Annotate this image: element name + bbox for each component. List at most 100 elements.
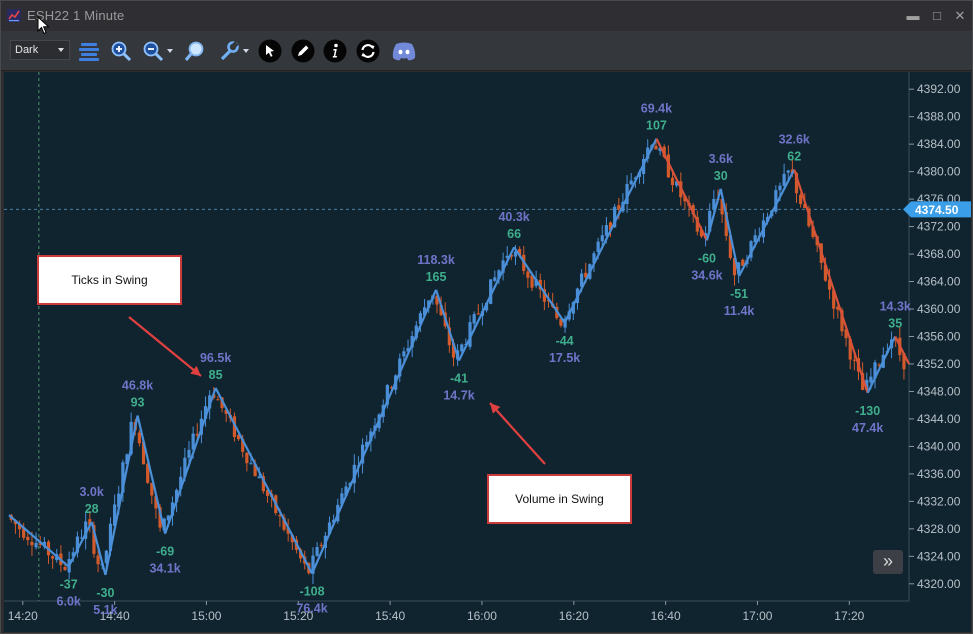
swing-volume-label: 5.1k bbox=[93, 603, 117, 617]
zoom-out-icon bbox=[143, 41, 164, 62]
swing-volume-label: 11.4k bbox=[724, 304, 755, 318]
info-icon bbox=[323, 39, 347, 63]
swing-volume-label: 47.4k bbox=[852, 421, 883, 435]
swing-ticks-label: -44 bbox=[556, 334, 574, 348]
swing-volume-label: 14.3k bbox=[880, 300, 911, 314]
pointer-icon bbox=[258, 39, 282, 63]
refresh-button[interactable] bbox=[355, 38, 381, 64]
y-tick-label: 4336.00 bbox=[917, 467, 961, 481]
swing-ticks-label: 30 bbox=[714, 169, 728, 183]
y-tick-label: 4328.00 bbox=[917, 522, 961, 536]
minimize-button[interactable]: ▬ bbox=[905, 8, 921, 24]
zoom-out-button[interactable] bbox=[140, 38, 166, 64]
swing-volume-label: 17.5k bbox=[549, 351, 580, 365]
down-candle-body bbox=[526, 271, 530, 278]
down-candle-body bbox=[216, 399, 220, 401]
magnifier-button[interactable] bbox=[182, 38, 208, 64]
down-candle-body bbox=[137, 432, 142, 444]
y-tick-label: 4348.00 bbox=[917, 384, 961, 398]
swing-ticks-label: -37 bbox=[60, 578, 78, 592]
y-tick-label: 4388.00 bbox=[917, 110, 961, 124]
swing-volume-label: 34.6k bbox=[691, 268, 722, 282]
zoom-in-icon bbox=[111, 41, 132, 62]
y-tick-label: 4384.00 bbox=[917, 137, 961, 151]
x-tick-label: 15:40 bbox=[375, 609, 405, 623]
y-tick-label: 4392.00 bbox=[917, 82, 961, 96]
down-candle-body bbox=[852, 359, 856, 361]
pointer-button[interactable] bbox=[257, 38, 283, 64]
expand-panel-button[interactable]: » bbox=[873, 550, 903, 574]
down-candle-body bbox=[63, 566, 67, 570]
swing-ticks-label: 66 bbox=[507, 227, 521, 241]
down-candle-body bbox=[30, 541, 34, 546]
up-candle-body bbox=[596, 241, 600, 253]
up-candle-body bbox=[249, 463, 253, 465]
up-candle-body bbox=[786, 170, 790, 173]
title-bar[interactable]: ESH22 1 Minute ▬ □ ✕ bbox=[1, 1, 972, 31]
up-candle-body bbox=[604, 225, 608, 236]
zoom-in-button[interactable] bbox=[108, 38, 134, 64]
y-tick-label: 4352.00 bbox=[917, 357, 961, 371]
up-candle-body bbox=[315, 547, 319, 556]
swing-volume-label: 40.3k bbox=[498, 210, 529, 224]
y-tick-label: 4356.00 bbox=[917, 330, 961, 344]
x-tick-label: 15:00 bbox=[191, 609, 221, 623]
theme-select-value: Dark bbox=[15, 44, 39, 56]
x-tick-label: 17:20 bbox=[834, 609, 864, 623]
down-candle-body bbox=[799, 194, 803, 204]
discord-button[interactable] bbox=[389, 38, 419, 64]
chart-background bbox=[4, 72, 971, 632]
swing-ticks-label: 165 bbox=[426, 270, 447, 284]
close-button[interactable]: ✕ bbox=[952, 8, 968, 24]
settings-dropdown-icon[interactable] bbox=[243, 49, 249, 53]
zoom-out-dropdown-icon[interactable] bbox=[167, 49, 173, 53]
price-chart[interactable]: 4392.004388.004384.004380.004376.004372.… bbox=[4, 72, 971, 632]
wrench-icon bbox=[220, 41, 239, 61]
up-candle-body bbox=[472, 314, 476, 324]
down-candle-body bbox=[617, 205, 621, 210]
swing-volume-label: 32.6k bbox=[779, 133, 810, 147]
theme-select[interactable]: Dark bbox=[10, 40, 70, 60]
swing-ticks-label: -30 bbox=[96, 586, 114, 600]
ticks-callout-text: Ticks in Swing bbox=[71, 273, 148, 287]
swing-volume-label: 3.0k bbox=[79, 485, 103, 499]
bars-icon bbox=[79, 43, 99, 61]
info-button[interactable] bbox=[322, 38, 348, 64]
swing-volume-label: 6.0k bbox=[57, 595, 81, 609]
swing-ticks-label: -41 bbox=[450, 372, 468, 386]
swing-volume-label: 46.8k bbox=[122, 379, 153, 393]
swing-ticks-label: 28 bbox=[85, 502, 99, 516]
swing-ticks-label: 62 bbox=[787, 150, 801, 164]
y-tick-label: 4320.00 bbox=[917, 577, 961, 591]
swing-volume-label: 3.6k bbox=[709, 152, 733, 166]
down-candle-body bbox=[245, 452, 249, 464]
swing-ticks-label: 93 bbox=[131, 396, 145, 410]
up-candle-body bbox=[600, 235, 604, 242]
x-tick-label: 16:40 bbox=[651, 609, 681, 623]
chart-app-icon bbox=[7, 9, 21, 22]
y-tick-label: 4344.00 bbox=[917, 412, 961, 426]
discord-icon bbox=[392, 42, 416, 61]
swing-volume-label: 34.1k bbox=[149, 562, 180, 576]
current-price-label: 4374.50 bbox=[915, 203, 959, 217]
x-tick-label: 16:20 bbox=[559, 609, 589, 623]
swing-ticks-label: 35 bbox=[888, 317, 902, 331]
swing-ticks-label: -130 bbox=[855, 404, 880, 418]
x-tick-label: 17:00 bbox=[742, 609, 772, 623]
settings-button[interactable] bbox=[217, 38, 243, 64]
up-candle-body bbox=[402, 351, 406, 357]
draw-button[interactable] bbox=[290, 38, 316, 64]
volume-callout-text: Volume in Swing bbox=[515, 492, 604, 506]
swing-ticks-label: -108 bbox=[300, 585, 325, 599]
chart-window: ESH22 1 Minute ▬ □ ✕ Dark 4392.00 4388.0… bbox=[0, 0, 973, 634]
up-candle-body bbox=[257, 476, 261, 479]
bars-button[interactable] bbox=[76, 38, 102, 64]
up-candle-body bbox=[493, 277, 497, 281]
maximize-button[interactable]: □ bbox=[929, 8, 945, 24]
up-candle-body bbox=[782, 173, 786, 186]
x-tick-label: 16:00 bbox=[467, 609, 497, 623]
down-candle-body bbox=[51, 556, 55, 559]
y-tick-label: 4360.00 bbox=[917, 302, 961, 316]
pencil-icon bbox=[291, 39, 315, 63]
refresh-icon bbox=[356, 39, 380, 63]
